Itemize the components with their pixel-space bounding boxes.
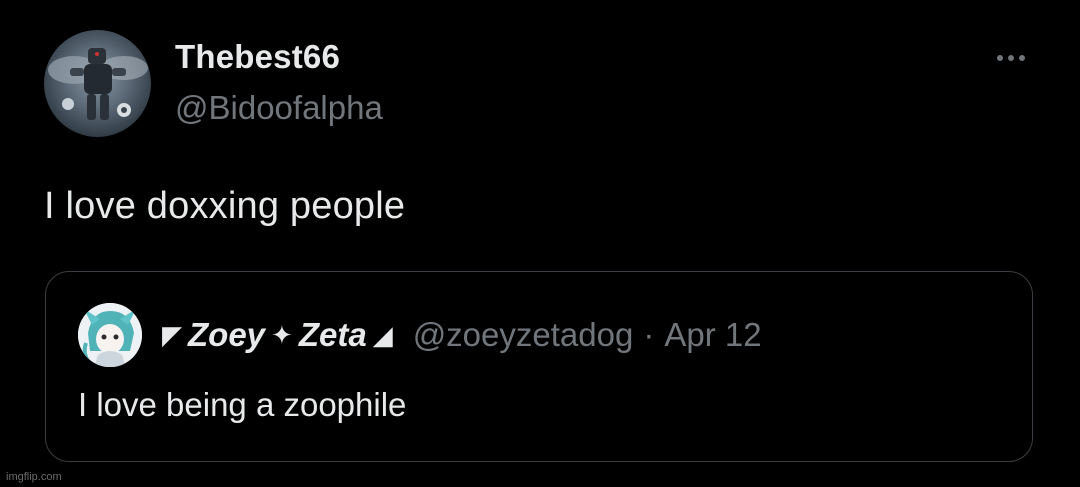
anime-character-avatar-icon: [78, 303, 142, 367]
more-dots-icon: [1008, 55, 1014, 61]
tweet: Thebest66 @Bidoofalpha I love doxxing pe…: [0, 0, 1080, 487]
quoted-author-display-name[interactable]: ◤ Zoey ✦ Zeta ◢: [156, 316, 399, 354]
quoted-author-avatar[interactable]: [78, 303, 142, 367]
more-dots-icon: [997, 55, 1003, 61]
tweet-text: I love doxxing people: [44, 185, 406, 227]
quoted-tweet-card[interactable]: ◤ Zoey ✦ Zeta ◢ @zoeyzetadog · Apr 12 I …: [45, 271, 1033, 462]
author-display-name[interactable]: Thebest66: [175, 38, 340, 76]
watermark: imgflip.com: [6, 471, 62, 483]
quoted-author-handle[interactable]: @zoeyzetadog: [413, 316, 634, 354]
author-avatar[interactable]: [44, 30, 151, 137]
author-handle[interactable]: @Bidoofalpha: [175, 89, 383, 127]
robot-figure-avatar-icon: [48, 48, 148, 120]
quoted-tweet-text: I love being a zoophile: [78, 386, 407, 423]
name-suffix-glyph: ◢: [372, 319, 393, 350]
quoted-tweet-date[interactable]: Apr 12: [664, 316, 761, 354]
star-icon: ✦: [271, 319, 293, 350]
more-options-button[interactable]: [984, 40, 1038, 76]
quoted-author-name-part2: Zeta: [298, 316, 367, 353]
more-dots-icon: [1019, 55, 1025, 61]
name-prefix-glyph: ◤: [162, 319, 182, 350]
quoted-author-name-part1: Zoey: [188, 316, 266, 353]
header-separator: ·: [643, 316, 655, 353]
quoted-tweet-header: ◤ Zoey ✦ Zeta ◢ @zoeyzetadog · Apr 12: [156, 312, 762, 358]
